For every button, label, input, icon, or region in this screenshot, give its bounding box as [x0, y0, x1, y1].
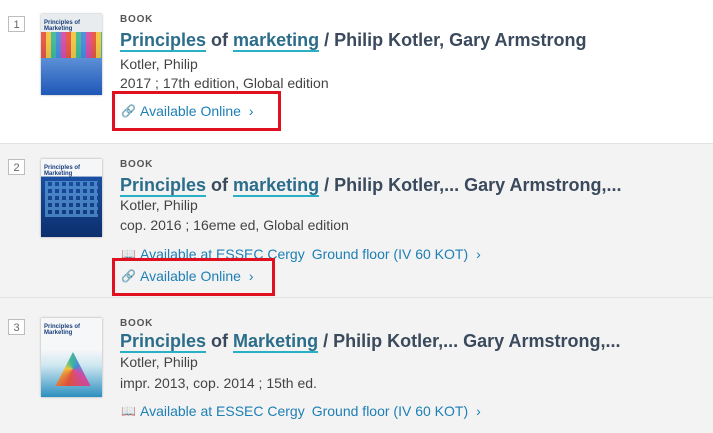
result-type: BOOK: [120, 318, 154, 329]
cover-shapes-art: [55, 352, 91, 386]
result-edition: impr. 2013, cop. 2014 ; 15th ed.: [120, 375, 317, 391]
result-edition: 2017 ; 17th edition, Global edition: [120, 75, 329, 91]
result-item-1: 1 Principles of Marketing BOOK Principle…: [0, 0, 713, 144]
result-author: Kotler, Philip: [120, 354, 198, 370]
result-author: Kotler, Philip: [120, 197, 198, 213]
result-edition: cop. 2016 ; 16eme ed, Global edition: [120, 217, 349, 233]
result-type: BOOK: [120, 14, 154, 25]
cover-title: Principles of Marketing: [44, 324, 81, 336]
result-number: 2: [8, 159, 25, 175]
book-icon: 📖: [121, 404, 136, 418]
result-author: Kotler, Philip: [120, 56, 198, 72]
result-title[interactable]: Principles of marketing / Philip Kotler,…: [120, 30, 586, 52]
book-cover[interactable]: Principles of Marketing: [41, 318, 102, 397]
result-type: BOOK: [120, 159, 154, 170]
result-number: 3: [8, 319, 25, 335]
result-title[interactable]: Principles of marketing / Philip Kotler,…: [120, 175, 621, 197]
available-at-library-link[interactable]: 📖 Available at ESSEC Cergy Ground floor …: [121, 403, 481, 419]
result-title[interactable]: Principles of Marketing / Philip Kotler,…: [120, 331, 620, 353]
result-number: 1: [8, 16, 25, 32]
book-cover[interactable]: Principles of Marketing: [41, 159, 102, 237]
result-item-2: 2 Principles of Marketing BOOK Principle…: [0, 144, 713, 298]
result-item-3: 3 Principles of Marketing BOOK Principle…: [0, 298, 713, 433]
highlight-box: [112, 258, 275, 296]
chevron-right-icon: ›: [476, 246, 481, 262]
cover-grid-art: [45, 181, 98, 217]
cover-title: Principles of Marketing: [44, 165, 81, 177]
cover-title: Principles of Marketing: [44, 20, 81, 32]
book-cover[interactable]: Principles of Marketing: [41, 14, 102, 95]
cover-bunting-art: [41, 32, 102, 58]
chevron-right-icon: ›: [476, 403, 481, 419]
highlight-box: [112, 91, 281, 131]
